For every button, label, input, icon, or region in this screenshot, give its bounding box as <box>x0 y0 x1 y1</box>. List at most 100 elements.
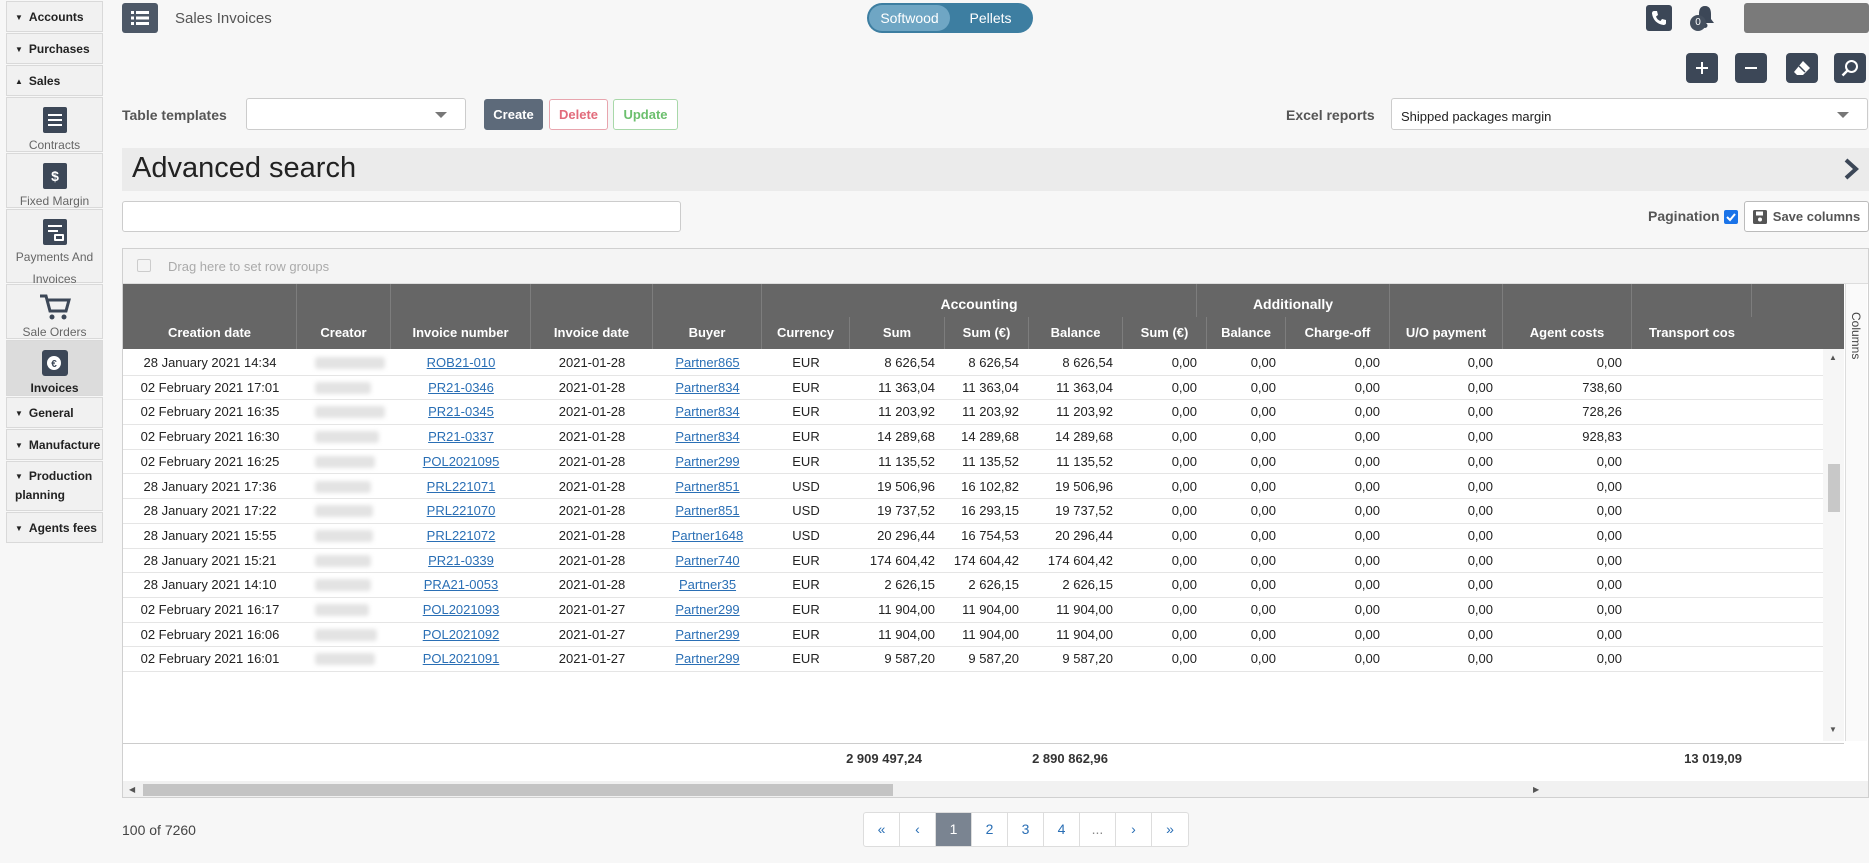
scroll-up-icon[interactable]: ▲ <box>1829 353 1837 362</box>
buyer-link[interactable]: Partner851 <box>675 479 739 494</box>
column-header[interactable]: Balance <box>1207 317 1286 349</box>
column-header[interactable]: Invoice date <box>531 317 653 349</box>
invoice-number-link[interactable]: POL2021091 <box>423 651 500 666</box>
column-header[interactable]: Charge-off <box>1286 317 1390 349</box>
vertical-scroll-thumb[interactable] <box>1828 464 1840 512</box>
table-row[interactable]: 02 February 2021 16:35 PR21-0345 2021-01-2… <box>123 400 1844 426</box>
horizontal-scroll-thumb[interactable] <box>143 784 893 796</box>
page-item[interactable]: ‹ <box>900 813 936 846</box>
buyer-link[interactable]: Partner834 <box>675 404 739 419</box>
column-header[interactable]: U/O payment <box>1390 317 1503 349</box>
sidebar-item-fixed-margin[interactable]: $ Fixed Margin <box>6 153 103 208</box>
row-group-dropzone[interactable]: Drag here to set row groups <box>123 249 1868 284</box>
phone-button[interactable] <box>1646 5 1672 31</box>
buyer-link[interactable]: Partner865 <box>675 355 739 370</box>
invoice-number-link[interactable]: PR21-0337 <box>428 429 494 444</box>
buyer-link[interactable]: Partner834 <box>675 380 739 395</box>
column-header[interactable]: Invoice number <box>391 317 531 349</box>
table-row[interactable]: 28 January 2021 17:36 PRL221071 2021-01-28… <box>123 475 1844 500</box>
create-button[interactable]: Create <box>484 99 543 130</box>
horizontal-scrollbar[interactable]: ◀ ▶ <box>123 781 1868 797</box>
table-templates-select[interactable] <box>246 98 466 130</box>
table-row[interactable]: 02 February 2021 16:06 POL2021092 2021-01-… <box>123 623 1844 648</box>
table-row[interactable]: 02 February 2021 17:01 PR21-0346 2021-01-2… <box>123 376 1844 401</box>
invoice-number-link[interactable]: PRL221072 <box>427 528 496 543</box>
invoice-number-link[interactable]: PR21-0339 <box>428 553 494 568</box>
column-header[interactable]: Transport cos <box>1632 317 1752 349</box>
page-item[interactable]: » <box>1152 813 1188 846</box>
remove-button[interactable] <box>1735 53 1767 83</box>
clear-filters-button[interactable] <box>1786 53 1818 83</box>
sidebar-item-contracts[interactable]: Contracts <box>6 97 103 152</box>
buyer-link[interactable]: Partner299 <box>675 627 739 642</box>
sidebar-section-purchases[interactable]: ▼ Purchases <box>6 33 103 64</box>
scroll-right-icon[interactable]: ▶ <box>1533 785 1539 794</box>
column-header[interactable]: Creator <box>297 317 391 349</box>
invoice-number-link[interactable]: ROB21-010 <box>427 355 496 370</box>
page-item[interactable]: « <box>864 813 900 846</box>
columns-panel-tab[interactable]: Columns <box>1845 284 1867 741</box>
vertical-scrollbar[interactable]: ▲ ▼ <box>1823 349 1844 741</box>
advanced-search-panel[interactable]: Advanced search <box>122 148 1869 191</box>
table-row[interactable]: 28 January 2021 14:34 ROB21-010 2021-01-28… <box>123 351 1844 376</box>
sidebar-item-payments-and-invoices[interactable]: Payments And Invoices <box>6 209 103 286</box>
buyer-link[interactable]: Partner299 <box>675 454 739 469</box>
chevron-right-icon[interactable] <box>1843 158 1859 180</box>
excel-reports-select[interactable]: Shipped packages margin <box>1391 98 1868 130</box>
page-item[interactable]: 1 <box>936 813 972 846</box>
column-header[interactable]: Buyer <box>653 317 762 349</box>
page-item[interactable]: › <box>1116 813 1152 846</box>
table-row[interactable]: 28 January 2021 14:10 PRA21-0053 2021-01-2… <box>123 573 1844 598</box>
column-header[interactable]: Creation date <box>123 317 297 349</box>
sidebar-item-invoices[interactable]: € Invoices <box>6 340 103 396</box>
toggle-softwood[interactable]: Softwood <box>869 5 950 31</box>
buyer-link[interactable]: Partner851 <box>675 503 739 518</box>
sidebar-section-production-planning[interactable]: ▼ Production planning <box>6 461 103 511</box>
invoice-number-link[interactable]: PR21-0346 <box>428 380 494 395</box>
table-row[interactable]: 02 February 2021 16:17 POL2021093 2021-01-… <box>123 598 1844 623</box>
save-columns-button[interactable]: Save columns <box>1744 201 1869 232</box>
column-header[interactable]: Agent costs <box>1503 317 1632 349</box>
buyer-link[interactable]: Partner834 <box>675 429 739 444</box>
search-input[interactable] <box>122 201 681 232</box>
column-header[interactable]: Sum (€) <box>945 317 1029 349</box>
sidebar-item-sale-orders[interactable]: Sale Orders <box>6 284 103 339</box>
menu-button[interactable] <box>122 3 158 33</box>
delete-button[interactable]: Delete <box>549 99 608 130</box>
invoice-number-link[interactable]: PRA21-0053 <box>424 577 498 592</box>
invoice-number-link[interactable]: POL2021092 <box>423 627 500 642</box>
invoice-number-link[interactable]: POL2021095 <box>423 454 500 469</box>
buyer-link[interactable]: Partner740 <box>675 553 739 568</box>
table-row[interactable]: 02 February 2021 16:01 POL2021091 2021-01-… <box>123 647 1844 673</box>
search-button[interactable] <box>1834 53 1866 83</box>
scroll-left-icon[interactable]: ◀ <box>129 785 135 794</box>
invoice-number-link[interactable]: PRL221071 <box>427 479 496 494</box>
table-row[interactable]: 28 January 2021 15:55 PRL221072 2021-01-28… <box>123 524 1844 549</box>
sidebar-section-manufacture[interactable]: ▼ Manufacture <box>6 429 103 460</box>
column-header[interactable]: Sum (€) <box>1123 317 1207 349</box>
column-header[interactable]: Currency <box>762 317 850 349</box>
table-row[interactable]: 28 January 2021 17:22 PRL221070 2021-01-28… <box>123 499 1844 524</box>
column-header[interactable]: Balance <box>1029 317 1123 349</box>
page-item[interactable]: 2 <box>972 813 1008 846</box>
user-menu[interactable] <box>1744 3 1869 33</box>
sidebar-section-sales[interactable]: ▲ Sales <box>6 65 103 96</box>
invoice-number-link[interactable]: PRL221070 <box>427 503 496 518</box>
toggle-pellets[interactable]: Pellets <box>950 5 1031 31</box>
table-row[interactable]: 02 February 2021 16:30 PR21-0337 2021-01-2… <box>123 425 1844 450</box>
buyer-link[interactable]: Partner299 <box>675 602 739 617</box>
table-row[interactable]: 28 January 2021 15:21 PR21-0339 2021-01-28… <box>123 549 1844 574</box>
page-item[interactable]: 4 <box>1044 813 1080 846</box>
invoice-number-link[interactable]: PR21-0345 <box>428 404 494 419</box>
sidebar-section-agents-fees[interactable]: ▼ Agents fees <box>6 512 103 543</box>
sidebar-section-accounts[interactable]: ▼ Accounts <box>6 1 103 32</box>
table-row[interactable]: 02 February 2021 16:25 POL2021095 2021-01-… <box>123 450 1844 475</box>
buyer-link[interactable]: Partner299 <box>675 651 739 666</box>
buyer-link[interactable]: Partner1648 <box>672 528 744 543</box>
scroll-down-icon[interactable]: ▼ <box>1829 725 1837 734</box>
buyer-link[interactable]: Partner35 <box>679 577 736 592</box>
sidebar-section-general[interactable]: ▼ General <box>6 397 103 428</box>
add-button[interactable] <box>1686 53 1718 83</box>
invoice-number-link[interactable]: POL2021093 <box>423 602 500 617</box>
pagination-checkbox[interactable] <box>1724 210 1738 224</box>
